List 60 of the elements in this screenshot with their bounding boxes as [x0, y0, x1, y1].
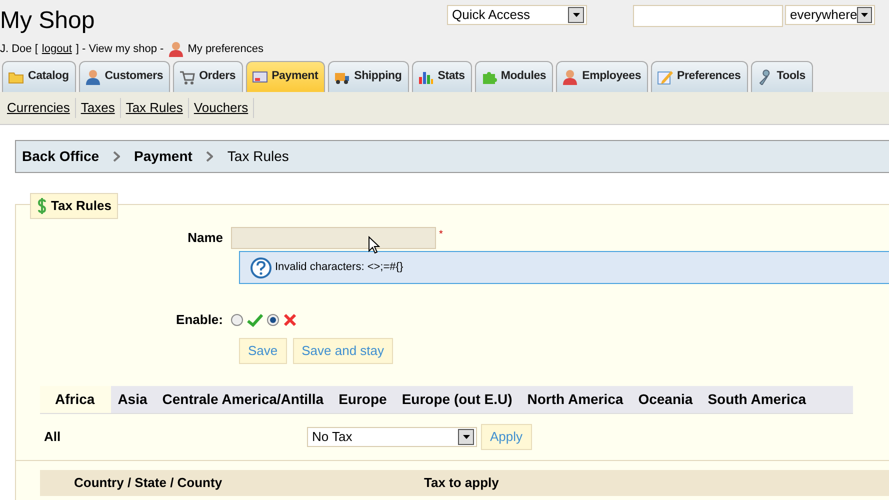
close-icon: [283, 312, 297, 327]
field-label: Enable:: [175, 311, 224, 329]
subtab-link[interactable]: Vouchers: [188, 98, 254, 118]
check-icon: [247, 312, 263, 327]
zone-tab[interactable]: Centrale America/Antilla: [155, 386, 332, 412]
person-icon: [562, 69, 578, 85]
bar-chart-icon: [418, 69, 434, 85]
field-label: Name: [186, 229, 224, 248]
card-icon: [252, 69, 268, 85]
column-header: Tax to apply: [424, 474, 499, 492]
menu-tab[interactable]: Customers: [78, 61, 170, 92]
row-label: All: [44, 428, 62, 446]
view-shop-text: ] - View my shop -: [76, 42, 164, 57]
mouse-cursor-icon: [368, 236, 380, 254]
subtab-link[interactable]: Currencies: [2, 98, 76, 118]
pencil-icon: [657, 69, 674, 85]
menu-tab[interactable]: Payment: [246, 61, 326, 92]
search-scope-select[interactable]: everywhere: [785, 5, 875, 25]
search-field[interactable]: [633, 5, 783, 27]
person-icon: [168, 41, 184, 58]
subtab-link[interactable]: Taxes: [76, 98, 121, 118]
breadcrumb-item: Tax Rules: [227, 147, 289, 166]
menu-tab[interactable]: Orders: [173, 61, 243, 92]
subtab-link[interactable]: Tax Rules: [120, 98, 189, 118]
dollar-icon: [37, 198, 47, 214]
cart-icon: [179, 69, 196, 85]
menu-tab[interactable]: Preferences: [651, 61, 748, 92]
menu-tab[interactable]: Tools: [750, 61, 812, 92]
required-mark: *: [439, 228, 443, 242]
chevron-icon: [206, 151, 214, 162]
chevron-icon: [113, 151, 120, 162]
zone-tab[interactable]: Europe (out E.U): [394, 386, 520, 412]
logout-link[interactable]: logout: [42, 41, 72, 58]
menu-tab[interactable]: Employees: [556, 61, 648, 92]
zone-tab[interactable]: North America: [520, 386, 632, 412]
radio-button[interactable]: [267, 314, 279, 326]
zone-tab[interactable]: Oceania: [631, 386, 701, 412]
column-header: Country / State / County: [74, 474, 224, 492]
zone-tab[interactable]: Africa: [40, 386, 111, 412]
preferences-link[interactable]: My preferences: [188, 41, 264, 58]
menu-tab[interactable]: Shipping: [328, 61, 409, 92]
radio-button[interactable]: [231, 314, 243, 326]
tax-select[interactable]: No Tax: [307, 426, 477, 446]
menu-tab[interactable]: Stats: [412, 61, 472, 92]
menu-tab[interactable]: Catalog: [2, 61, 76, 92]
menu-tab[interactable]: Modules: [474, 61, 554, 92]
name-field[interactable]: [231, 227, 436, 249]
shop-title: My Shop: [0, 6, 95, 36]
zone-tab[interactable]: Europe: [332, 386, 395, 412]
quick-access-select[interactable]: Quick Access: [447, 5, 587, 25]
zone-tab[interactable]: Asia: [110, 386, 156, 412]
user-name: J. Doe [: [0, 42, 38, 57]
hint-text: Invalid characters: <>;=#{}: [275, 260, 404, 276]
zone-tab[interactable]: South America: [700, 386, 814, 412]
person-icon: [84, 69, 101, 85]
puzzle-icon: [480, 69, 497, 85]
legend-text: Tax Rules: [51, 197, 112, 215]
breadcrumb-item[interactable]: Back Office: [22, 146, 100, 167]
breadcrumb-item[interactable]: Payment: [134, 146, 192, 167]
help-icon: [250, 256, 272, 278]
